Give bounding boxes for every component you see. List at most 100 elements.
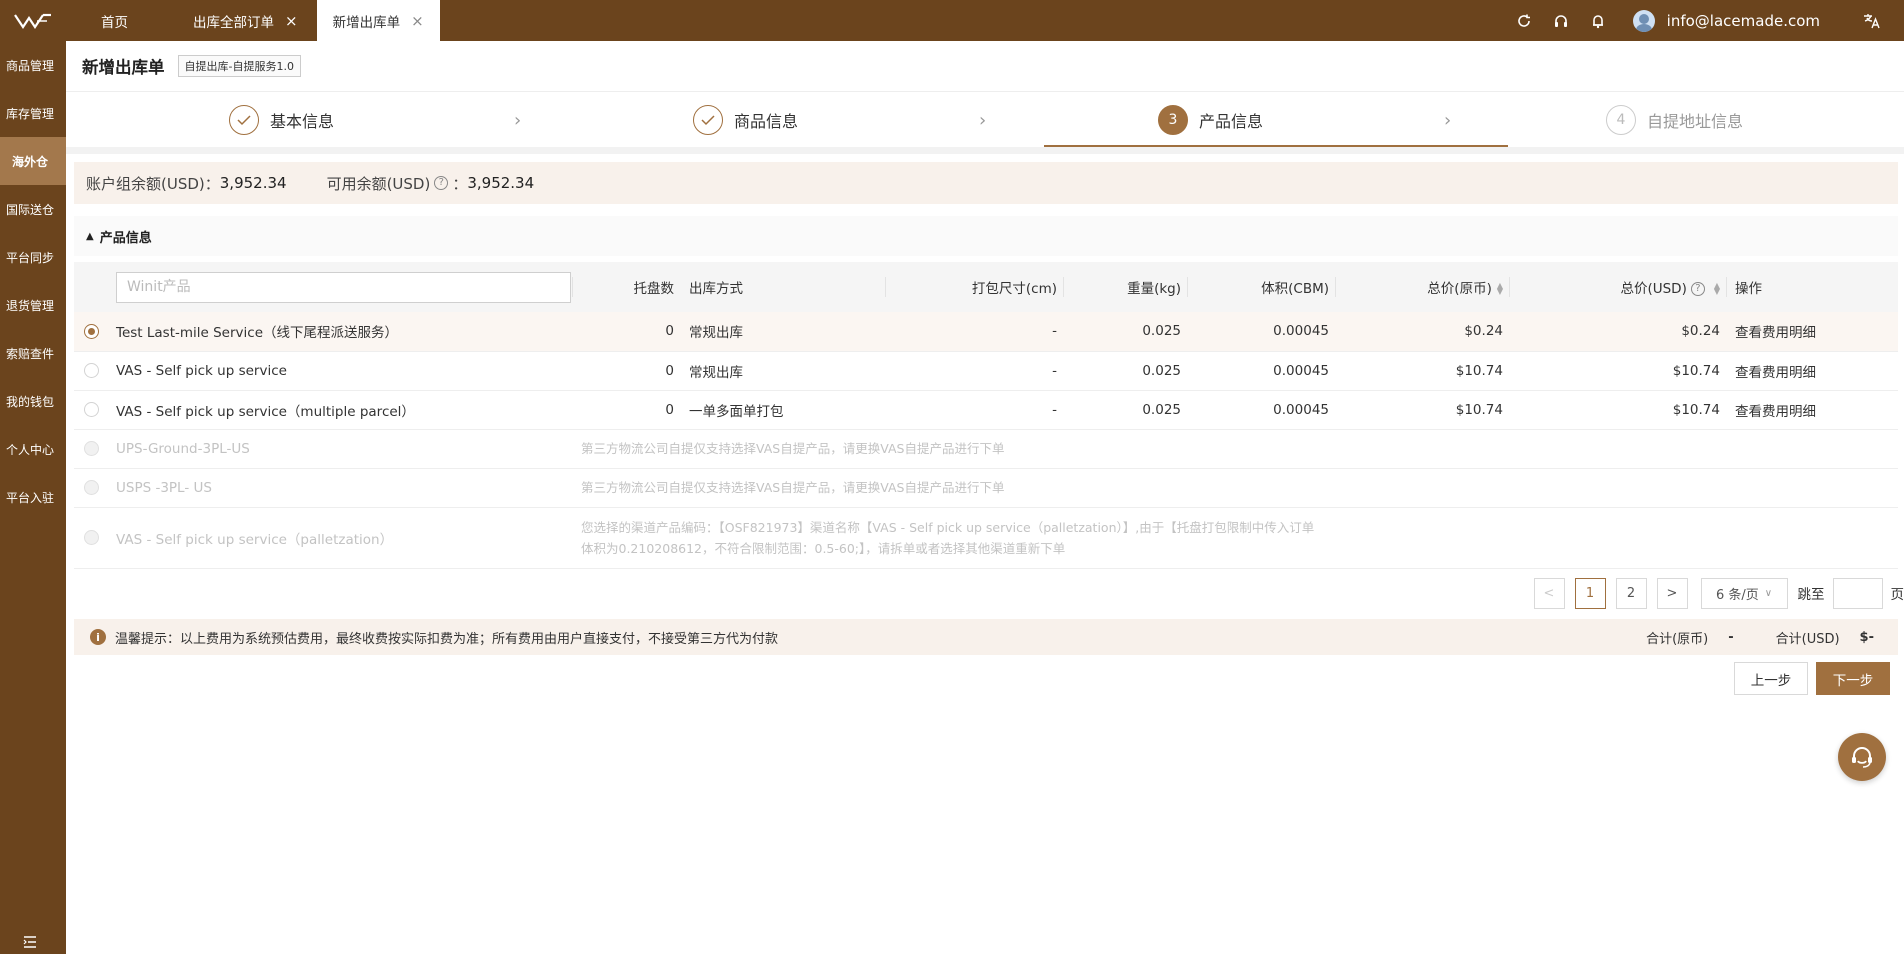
sidebar-item-product-management[interactable]: 商品管理 xyxy=(0,41,66,89)
table-row[interactable]: Test Last-mile Service（线下尾程派送服务） 0 常规出库 … xyxy=(74,312,1898,352)
total-orig-value: - xyxy=(1728,629,1734,645)
step-progress: 基本信息 › 商品信息 › 3 产品信息 › 4 自提地址信息 xyxy=(66,91,1904,147)
radio-button[interactable] xyxy=(83,402,99,417)
info-icon: i xyxy=(90,629,106,645)
totals: 合计(原币) - 合计(USD) $- xyxy=(1634,619,1874,655)
col-size: 打包尺寸(cm) xyxy=(886,262,1064,312)
headset-icon[interactable] xyxy=(1543,0,1580,41)
top-bar: 首页 出库全部订单 × 新增出库单 × info@lacemade.com xyxy=(0,0,1904,41)
translate-icon[interactable] xyxy=(1853,0,1890,41)
table-row[interactable]: VAS - Self pick up service 0 常规出库 - 0.02… xyxy=(74,351,1898,391)
page-size-select[interactable]: 6 条/页 ∨ xyxy=(1700,577,1788,609)
weight: 0.025 xyxy=(1064,351,1188,391)
total-usd-value: $- xyxy=(1859,629,1874,645)
unavailable-message: 第三方物流公司自提仅支持选择VAS自提产品，请更换VAS自提产品进行下单 xyxy=(573,429,1898,469)
table-row-disabled: VAS - Self pick up service（palletzation）… xyxy=(74,507,1898,569)
tab-home[interactable]: 首页 xyxy=(66,0,158,41)
close-icon[interactable]: × xyxy=(411,12,424,30)
view-fee-detail-link[interactable]: 查看费用明细 xyxy=(1727,351,1898,391)
sidebar-item-label: 个人中心 xyxy=(6,442,55,457)
prev-page-button[interactable]: < xyxy=(1533,577,1565,609)
sidebar-item-claims[interactable]: 索赔查件 xyxy=(0,329,66,377)
header-label: 托盘数 xyxy=(633,281,675,297)
avatar[interactable] xyxy=(1632,9,1655,32)
step-label: 自提地址信息 xyxy=(1647,112,1744,131)
radio-button[interactable] xyxy=(83,323,99,339)
collapse-menu-icon[interactable] xyxy=(0,936,60,948)
refresh-icon[interactable] xyxy=(1506,0,1543,41)
sidebar-item-label: 索赔查件 xyxy=(6,346,55,361)
col-pallets: 托盘数 xyxy=(573,262,681,312)
chevron-right-icon: › xyxy=(1444,110,1452,131)
radio-header xyxy=(74,262,108,312)
page-button-1[interactable]: 1 xyxy=(1574,577,1606,609)
customer-service-button[interactable] xyxy=(1838,733,1886,781)
sidebar-item-personal-center[interactable]: 个人中心 xyxy=(0,425,66,473)
user-email[interactable]: info@lacemade.com xyxy=(1667,12,1820,30)
header-label: 重量(kg) xyxy=(1127,281,1181,297)
radio-button[interactable] xyxy=(83,363,99,378)
page-unit: 页 xyxy=(1890,587,1904,603)
total-usd-label: 合计(USD) xyxy=(1775,631,1840,647)
header-label: 总价(原币) xyxy=(1427,281,1492,297)
sort-icon[interactable]: ▲ ▼ xyxy=(1497,282,1503,296)
sidebar-item-overseas-warehouse[interactable]: 海外仓 xyxy=(0,137,66,185)
table-row[interactable]: VAS - Self pick up service（multiple parc… xyxy=(74,390,1898,430)
logo[interactable] xyxy=(0,0,66,41)
radio-cell[interactable] xyxy=(74,312,108,352)
sidebar-item-inventory[interactable]: 库存管理 xyxy=(0,89,66,137)
col-method: 出库方式 xyxy=(681,262,886,312)
tab-outbound-orders[interactable]: 出库全部订单 × xyxy=(158,0,317,41)
page-title: 新增出库单 xyxy=(82,58,165,77)
bell-icon[interactable] xyxy=(1580,0,1617,41)
section-product-info[interactable]: ▲ 产品信息 xyxy=(74,216,1898,256)
radio-button-disabled xyxy=(83,480,99,495)
support-icon xyxy=(1852,747,1872,768)
col-total-usd[interactable]: 总价(USD)? ▲ ▼ xyxy=(1510,262,1727,312)
radio-cell[interactable] xyxy=(74,351,108,391)
tab-label: 新增出库单 xyxy=(332,14,401,31)
tab-new-outbound[interactable]: 新增出库单 × xyxy=(316,0,440,41)
top-right-tools: info@lacemade.com xyxy=(1506,0,1904,41)
prev-step-button[interactable]: 上一步 xyxy=(1734,662,1808,695)
next-page-button[interactable]: > xyxy=(1656,577,1688,609)
message-line: 您选择的渠道产品编码：【OSF821973】渠道名称【VAS - Self pi… xyxy=(581,519,1315,535)
pack-size: - xyxy=(886,312,1064,352)
next-step-button[interactable]: 下一步 xyxy=(1816,662,1890,695)
tab-label: 出库全部订单 xyxy=(193,14,274,31)
sidebar-item-returns[interactable]: 退货管理 xyxy=(0,281,66,329)
table-header: 托盘数 出库方式 打包尺寸(cm) 重量(kg) 体积(CBM) 总价(原币) ▲… xyxy=(74,262,1898,312)
step-product-info: 3 产品信息 xyxy=(1158,92,1263,148)
sidebar-item-label: 库存管理 xyxy=(6,106,55,121)
sidebar-item-platform-sync[interactable]: 平台同步 xyxy=(0,233,66,281)
jump-label: 跳至 xyxy=(1797,587,1825,603)
sidebar-item-international-delivery[interactable]: 国际送仓 xyxy=(0,185,66,233)
sidebar-item-label: 我的钱包 xyxy=(6,394,55,409)
total-orig: $0.24 xyxy=(1336,312,1510,352)
step-goods-info: 商品信息 xyxy=(693,92,798,148)
view-fee-detail-link[interactable]: 查看费用明细 xyxy=(1727,390,1898,430)
step-number: 3 xyxy=(1158,105,1188,135)
view-fee-detail-link[interactable]: 查看费用明细 xyxy=(1727,312,1898,352)
sidebar-item-wallet[interactable]: 我的钱包 xyxy=(0,377,66,425)
pack-size: - xyxy=(886,351,1064,391)
divider xyxy=(66,147,1904,154)
col-total-orig[interactable]: 总价(原币) ▲ ▼ xyxy=(1336,262,1510,312)
volume: 0.00045 xyxy=(1188,312,1336,352)
page-button-2[interactable]: 2 xyxy=(1615,577,1647,609)
search-header xyxy=(108,262,573,312)
sidebar-item-label: 海外仓 xyxy=(12,154,49,169)
product-search-input[interactable] xyxy=(116,271,571,303)
help-icon[interactable]: ? xyxy=(434,176,449,190)
tab-bar: 首页 出库全部订单 × 新增出库单 × xyxy=(66,0,440,41)
sidebar-item-platform-onboarding[interactable]: 平台入驻 xyxy=(0,473,66,521)
close-icon[interactable]: × xyxy=(285,12,298,30)
product-name: VAS - Self pick up service xyxy=(108,351,573,391)
jump-page-input[interactable] xyxy=(1832,577,1883,609)
radio-cell[interactable] xyxy=(74,390,108,430)
sort-icon[interactable]: ▲ ▼ xyxy=(1714,282,1720,296)
available-balance-value: 3,952.34 xyxy=(467,174,535,192)
pallets: 0 xyxy=(573,390,681,430)
order-type-tag: 自提出库-自提服务1.0 xyxy=(177,55,301,77)
help-icon[interactable]: ? xyxy=(1690,282,1705,296)
